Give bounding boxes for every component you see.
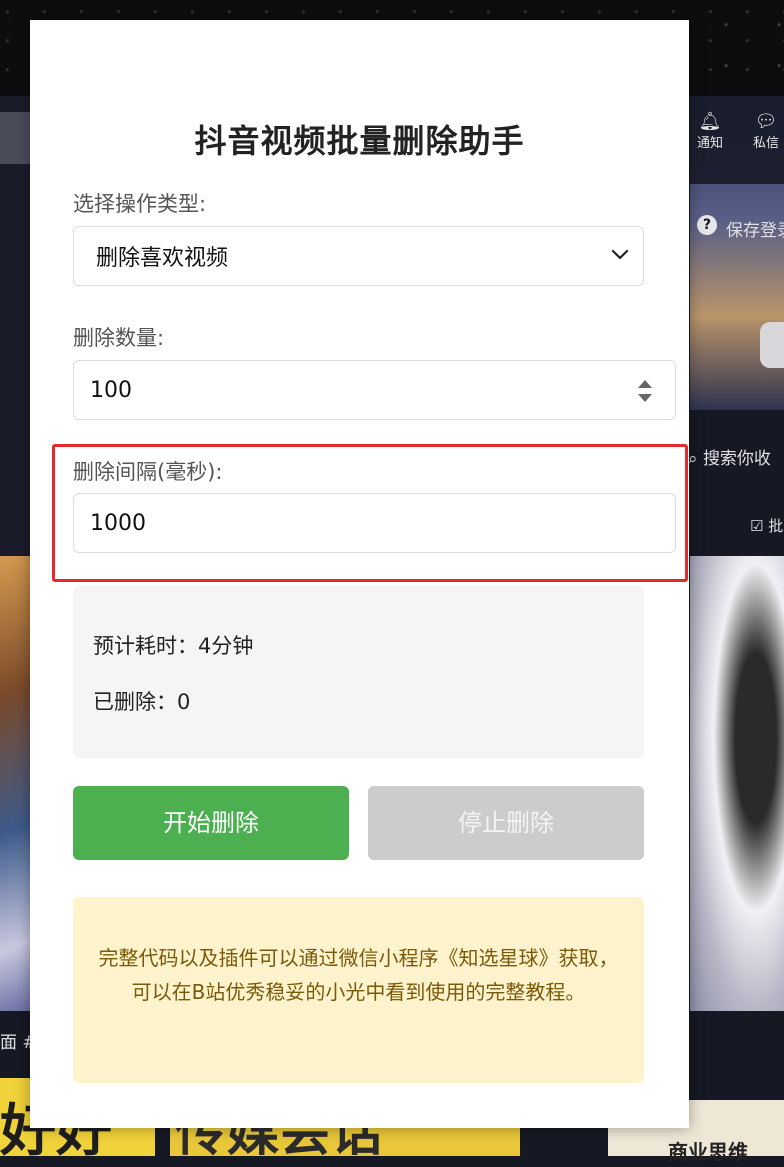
notice-box: 完整代码以及插件可以通过微信小程序《知选星球》获取，可以在B站优秀稳妥的小光中看… [73, 897, 644, 1083]
batch-button[interactable]: ☑ 批 [750, 515, 783, 536]
notice-text: 完整代码以及插件可以通过微信小程序《知选星球》获取，可以在B站优秀稳妥的小光中看… [98, 946, 619, 1004]
nav-message[interactable]: 💬︎ 私信 [746, 111, 784, 152]
nav-notify-label: 通知 [696, 136, 723, 151]
delete-count-label: 删除数量: [73, 326, 165, 350]
background-search-field [0, 112, 30, 164]
deleted-count: 已删除：0 [93, 690, 191, 714]
operation-type-label: 选择操作类型: [73, 192, 207, 216]
delete-count-value: 100 [90, 377, 132, 403]
background-pill-button[interactable] [760, 322, 784, 368]
batch-label: 批 [768, 517, 784, 535]
stop-delete-button[interactable]: 停止删除 [368, 786, 644, 860]
bell-icon: 🔔︎ [698, 111, 722, 132]
save-login-link[interactable]: 保存登录 [726, 216, 784, 241]
search-icon: ⌕ [688, 449, 698, 469]
number-spinner-icon[interactable] [636, 375, 654, 407]
start-delete-button[interactable]: 开始删除 [73, 786, 349, 860]
help-icon[interactable]: ? [697, 215, 717, 235]
background-video-thumbnail-left [0, 556, 30, 1011]
popup-title: 抖音视频批量删除助手 [194, 122, 525, 160]
estimated-time: 预计耗时：4分钟 [93, 634, 254, 658]
chat-bubble-icon: 💬︎ [754, 111, 778, 132]
search-collection-field[interactable]: ⌕ 搜索你收 [688, 444, 771, 469]
checkbox-icon: ☑ [750, 517, 764, 535]
search-collection-text: 搜索你收 [702, 449, 771, 469]
highlight-annotation [52, 444, 688, 582]
operation-type-select[interactable]: 删除喜欢视频 [73, 226, 644, 286]
background-video-thumbnail-right [690, 556, 784, 1011]
operation-type-value: 删除喜欢视频 [96, 246, 229, 271]
delete-count-input[interactable]: 100 [73, 360, 676, 420]
stats-panel: 预计耗时：4分钟 已删除：0 [73, 586, 644, 758]
nav-message-label: 私信 [752, 136, 779, 151]
chevron-down-icon [611, 249, 629, 260]
thumb3-title: 商业思维 [668, 1140, 748, 1164]
background-left-panel [0, 96, 30, 556]
nav-notify[interactable]: 🔔︎ 通知 [690, 111, 730, 152]
